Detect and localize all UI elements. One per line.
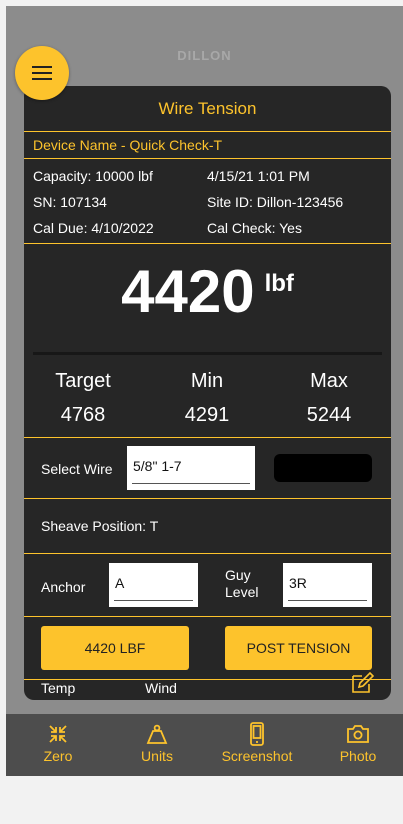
info-row: Capacity: 10000 lbf 4/15/21 1:01 PM bbox=[24, 163, 391, 189]
bottom-nav: Zero Units Screenshot Photo bbox=[6, 714, 403, 776]
card-title: Wire Tension bbox=[158, 99, 257, 118]
select-wire-value: 5/8" 1-7 bbox=[133, 458, 182, 474]
reading-unit: lbf bbox=[264, 270, 294, 297]
conditions-row: Temp Wind bbox=[24, 671, 391, 700]
max-column: Max 5244 bbox=[274, 369, 384, 427]
guy-level-label-line-2: Level bbox=[225, 584, 259, 600]
sheave-position-text: Sheave Position: T bbox=[41, 518, 159, 534]
wind-label: Wind bbox=[145, 680, 177, 696]
sheave-position-row: Sheave Position: T bbox=[24, 499, 391, 553]
cal-check-text: Cal Check: Yes bbox=[207, 220, 302, 236]
target-value: 4768 bbox=[60, 404, 106, 426]
camera-icon bbox=[334, 722, 382, 746]
min-column: Min 4291 bbox=[152, 369, 262, 427]
select-wire-input[interactable]: 5/8" 1-7 bbox=[127, 446, 255, 490]
guy-level-value: 3R bbox=[289, 575, 307, 591]
capacity-text: Capacity: 10000 lbf bbox=[33, 168, 153, 184]
nav-photo-label: Photo bbox=[339, 748, 377, 764]
weight-icon bbox=[134, 722, 180, 746]
wire-indicator[interactable] bbox=[274, 454, 372, 482]
device-name: Device Name - Quick Check-T bbox=[33, 137, 223, 153]
nav-screenshot[interactable]: Screenshot bbox=[214, 722, 300, 764]
nav-units[interactable]: Units bbox=[134, 722, 180, 764]
record-reading-button[interactable]: 4420 LBF bbox=[41, 626, 189, 670]
info-row: Cal Due: 4/10/2022 Cal Check: Yes bbox=[24, 215, 391, 241]
cal-due-text: Cal Due: 4/10/2022 bbox=[33, 220, 154, 236]
site-id-text: Site ID: Dillon-123456 bbox=[207, 194, 344, 210]
nav-units-label: Units bbox=[141, 748, 173, 764]
wire-tension-card: Wire Tension Device Name - Quick Check-T… bbox=[24, 86, 391, 700]
target-range: Target 4768 Min 4291 Max 5244 bbox=[24, 355, 391, 437]
reading-value: 4420 bbox=[121, 258, 255, 325]
max-value: 5244 bbox=[306, 404, 352, 426]
zero-icon bbox=[38, 722, 78, 746]
nav-zero-label: Zero bbox=[43, 748, 73, 764]
anchor-row: Anchor A Guy Level 3R bbox=[24, 554, 391, 616]
select-wire-row: Select Wire 5/8" 1-7 bbox=[24, 438, 391, 498]
tension-reading: 4420 lbf bbox=[24, 244, 391, 352]
edit-icon[interactable] bbox=[350, 671, 375, 697]
target-label: Target bbox=[55, 370, 111, 392]
min-label: Min bbox=[190, 370, 224, 392]
temp-label: Temp bbox=[41, 680, 76, 696]
app-screen: DILLON Wire Tension Device Name - Quick … bbox=[6, 6, 403, 776]
menu-button[interactable] bbox=[15, 46, 69, 100]
serial-number-text: SN: 107134 bbox=[33, 194, 107, 210]
select-wire-label: Select Wire bbox=[41, 461, 113, 477]
anchor-label: Anchor bbox=[41, 579, 86, 595]
post-tension-button[interactable]: POST TENSION bbox=[225, 626, 372, 670]
target-column: Target 4768 bbox=[28, 369, 138, 427]
min-value: 4291 bbox=[184, 404, 230, 426]
hamburger-icon bbox=[32, 66, 52, 80]
nav-screenshot-label: Screenshot bbox=[221, 748, 293, 764]
nav-zero[interactable]: Zero bbox=[38, 722, 78, 764]
action-buttons: 4420 LBF POST TENSION bbox=[24, 617, 391, 679]
guy-level-label-line-1: Guy bbox=[225, 567, 251, 583]
phone-icon bbox=[214, 722, 300, 746]
max-label: Max bbox=[310, 370, 348, 392]
anchor-value: A bbox=[115, 575, 125, 591]
device-info: Capacity: 10000 lbf 4/15/21 1:01 PM SN: … bbox=[24, 159, 391, 243]
anchor-input[interactable]: A bbox=[109, 563, 198, 607]
info-row: SN: 107134 Site ID: Dillon-123456 bbox=[24, 189, 391, 215]
guy-level-input[interactable]: 3R bbox=[283, 563, 372, 607]
timestamp-text: 4/15/21 1:01 PM bbox=[207, 168, 310, 184]
nav-photo[interactable]: Photo bbox=[334, 722, 382, 764]
